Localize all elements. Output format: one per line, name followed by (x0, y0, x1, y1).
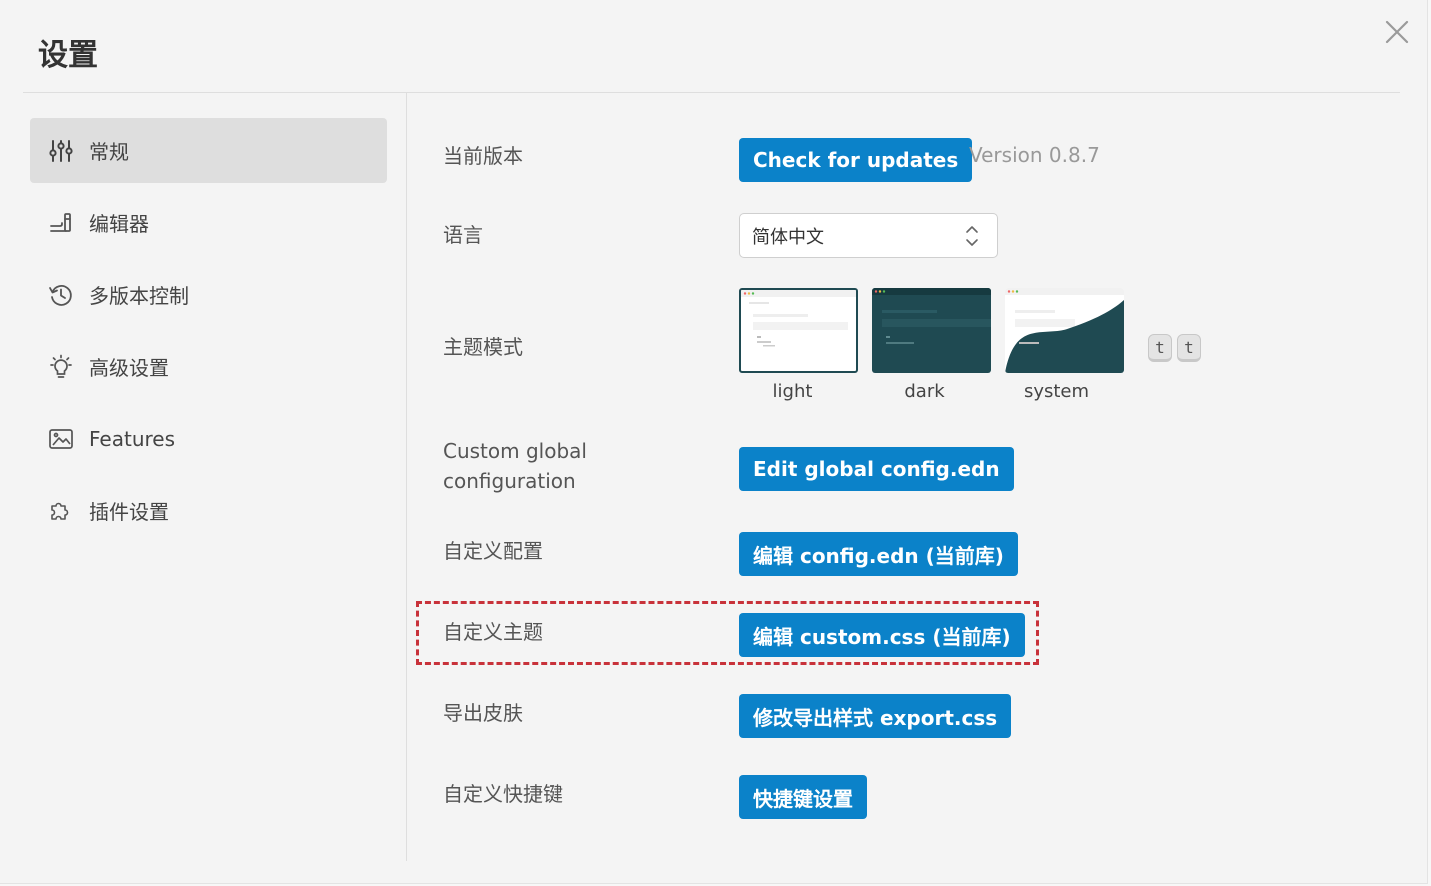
theme-option-label: light (772, 381, 813, 402)
sidebar-item-features[interactable]: Features (30, 406, 387, 471)
history-icon (48, 282, 74, 308)
lightbulb-icon (48, 354, 74, 380)
theme-label: 主题模式 (443, 335, 523, 359)
edit-global-config-button[interactable]: Edit global config.edn (739, 447, 1014, 491)
sidebar-item-label: 多版本控制 (89, 284, 189, 308)
language-select-value: 简体中文 (752, 226, 824, 248)
export-skin-label: 导出皮肤 (443, 701, 523, 725)
editor-icon (48, 210, 74, 236)
sidebar-item-label: 高级设置 (89, 356, 169, 380)
language-select[interactable]: 简体中文 (739, 213, 998, 258)
shortcut-settings-button[interactable]: 快捷键设置 (739, 775, 867, 819)
version-text: Version 0.8.7 (969, 143, 1100, 167)
version-label: 当前版本 (443, 144, 523, 168)
sidebar-item-version-control[interactable]: 多版本控制 (30, 262, 387, 327)
shortcut-key: t (1148, 334, 1172, 362)
sidebar-divider (406, 93, 407, 861)
edit-custom-css-button[interactable]: 编辑 custom.css (当前库) (739, 613, 1025, 657)
header-divider (23, 92, 1400, 93)
sidebar-item-plugins[interactable]: 插件设置 (30, 478, 387, 543)
chevron-up-down-icon (965, 224, 979, 248)
shortcut-key: t (1177, 334, 1201, 362)
settings-dialog: 设置 常规 编辑器 多版本控制 高级设置 Features 插件设置 当前版本 … (0, 0, 1428, 884)
edit-config-edn-button[interactable]: 编辑 config.edn (当前库) (739, 532, 1018, 576)
sidebar-item-advanced[interactable]: 高级设置 (30, 334, 387, 399)
edit-export-css-button[interactable]: 修改导出样式 export.css (739, 694, 1012, 738)
custom-config-label: 自定义配置 (443, 539, 543, 563)
puzzle-icon (48, 498, 74, 524)
global-config-label: Custom global configuration (443, 439, 587, 493)
theme-option-light[interactable] (739, 288, 858, 373)
dialog-title: 设置 (38, 38, 98, 73)
sidebar-item-editor[interactable]: 编辑器 (30, 190, 387, 255)
theme-option-dark[interactable] (872, 288, 991, 373)
sidebar-item-label: 插件设置 (89, 500, 169, 524)
sidebar-item-general[interactable]: 常规 (30, 118, 387, 183)
custom-theme-label: 自定义主题 (443, 620, 543, 644)
sidebar-item-label: 常规 (89, 140, 129, 164)
check-updates-button[interactable]: Check for updates (739, 138, 973, 182)
language-label: 语言 (443, 223, 483, 247)
shortcuts-label: 自定义快捷键 (443, 782, 563, 806)
close-icon[interactable] (1383, 18, 1411, 46)
sliders-icon (48, 138, 74, 164)
image-icon (48, 426, 74, 452)
sidebar-item-label: Features (89, 426, 175, 451)
sidebar-item-label: 编辑器 (89, 212, 149, 236)
theme-option-system[interactable] (1005, 288, 1124, 373)
theme-option-label: system (1023, 381, 1090, 402)
theme-option-label: dark (904, 381, 945, 402)
